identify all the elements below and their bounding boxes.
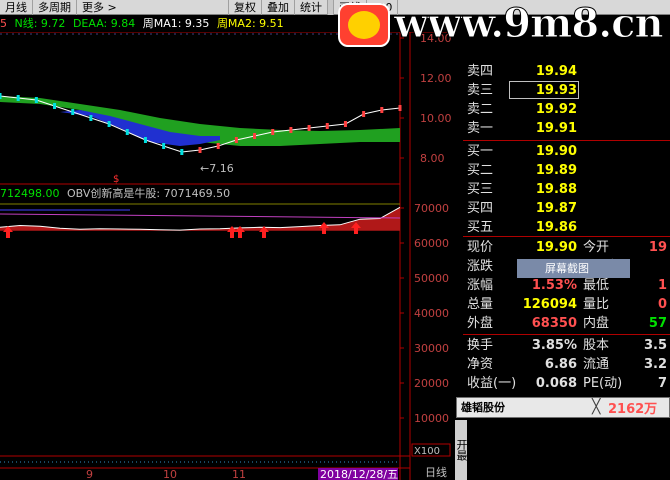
obv-tick-label: 40000 (414, 307, 449, 320)
indicator-week-ma1: 周MA1: 9.35 (142, 17, 210, 30)
price-candle (343, 121, 347, 127)
obv-area-fill (0, 207, 400, 231)
tab-monthly[interactable]: 月线 (0, 0, 33, 15)
date-label: 2018/12/28/五 (320, 468, 398, 480)
price-candle (162, 143, 166, 149)
x-tick-11: 11 (232, 468, 246, 480)
site-logo (338, 3, 390, 47)
price-candle (234, 137, 238, 143)
price-tick-label: 10.00 (420, 112, 452, 125)
indicator-n-line: N线: 9.72 (14, 17, 66, 30)
price-candle (362, 111, 366, 117)
site-watermark: www.9m8.cn (394, 0, 665, 48)
price-candle (53, 103, 57, 109)
obv-y-axis: 70000 60000 50000 40000 30000 20000 10000 (400, 202, 449, 425)
screenshot-tooltip[interactable]: 屏幕截图 35 (517, 259, 652, 278)
quote-panel: 卖四 19.94 卖三 19.93 卖二 19.92 卖一 19.91 买一 19.90 … (467, 64, 667, 391)
side-tabs[interactable]: 开最 (455, 420, 468, 480)
indicator-week-ma2: 周MA2: 9.51 (216, 17, 284, 30)
x-tick-10: 10 (163, 468, 177, 480)
obv-series (0, 206, 401, 231)
price-candle (89, 115, 93, 121)
obv-tick-label: 30000 (414, 342, 449, 355)
price-tick-label: 8.00 (420, 152, 445, 165)
price-candle (216, 143, 220, 149)
adjust-button[interactable]: 复权 (229, 0, 262, 15)
price-candle (307, 125, 311, 131)
indicator-deaa: DEAA: 9.84 (72, 17, 136, 30)
price-candle (0, 93, 2, 99)
price-candle (34, 97, 38, 103)
indicator-prefix: 5 (0, 17, 7, 30)
low-price-label: ←7.16 (200, 162, 234, 175)
obv-value: 712498.00 (0, 187, 60, 200)
high-value: 35 (638, 262, 652, 275)
price-candle (325, 123, 329, 129)
price-candle (16, 95, 20, 101)
obv-label: OBV创新高是牛股: 7071469.50 (67, 187, 231, 200)
price-candle (398, 105, 402, 111)
sub-indicator-legend: 712498.00 OBV创新高是牛股: 7071469.50 (0, 186, 234, 202)
panel-divider (463, 140, 670, 141)
price-y-axis: 14.0012.0010.008.00 (400, 32, 452, 165)
popup-value: 2162万 (608, 402, 658, 417)
obv-unit: X100 (414, 446, 440, 457)
logo-emblem (348, 11, 380, 39)
statistics-button[interactable]: 统计 (295, 0, 328, 15)
chart-area[interactable]: ←7.16 $ 14.0012.0010.008.00 700006000050… (0, 32, 455, 480)
price-candle (253, 133, 257, 139)
price-candle (125, 129, 129, 135)
obv-tick-label: 20000 (414, 377, 449, 390)
main-indicator-legend: 5 N线: 9.72 DEAA: 9.84 周MA1: 9.35 周MA2: 9… (0, 16, 288, 32)
period-label[interactable]: 日线 (425, 464, 447, 480)
overlay-button[interactable]: 叠加 (262, 0, 295, 15)
dollar-marker: $ (113, 174, 119, 185)
obv-tick-label: 50000 (414, 272, 449, 285)
panel-divider (463, 334, 670, 335)
close-icon[interactable]: ╳ (592, 398, 600, 417)
obv-tick-label: 10000 (414, 412, 449, 425)
price-candle (380, 107, 384, 113)
price-tick-label: 12.00 (420, 72, 452, 85)
price-candle (180, 149, 184, 155)
x-tick-9: 9 (86, 468, 93, 480)
tab-multi-period[interactable]: 多周期 (33, 0, 77, 15)
obv-tick-label: 70000 (414, 202, 449, 215)
panel-divider (463, 236, 670, 237)
more-menu[interactable]: 更多 > (77, 0, 229, 15)
obv-tick-label: 60000 (414, 237, 449, 250)
price-candle (289, 127, 293, 133)
price-candle (107, 121, 111, 127)
price-candle (198, 147, 202, 153)
price-candle (271, 129, 275, 135)
arrow-icon (319, 222, 329, 234)
popup-title: 雄韬股份 (461, 401, 505, 414)
price-candle (71, 109, 75, 115)
price-candle (143, 137, 147, 143)
